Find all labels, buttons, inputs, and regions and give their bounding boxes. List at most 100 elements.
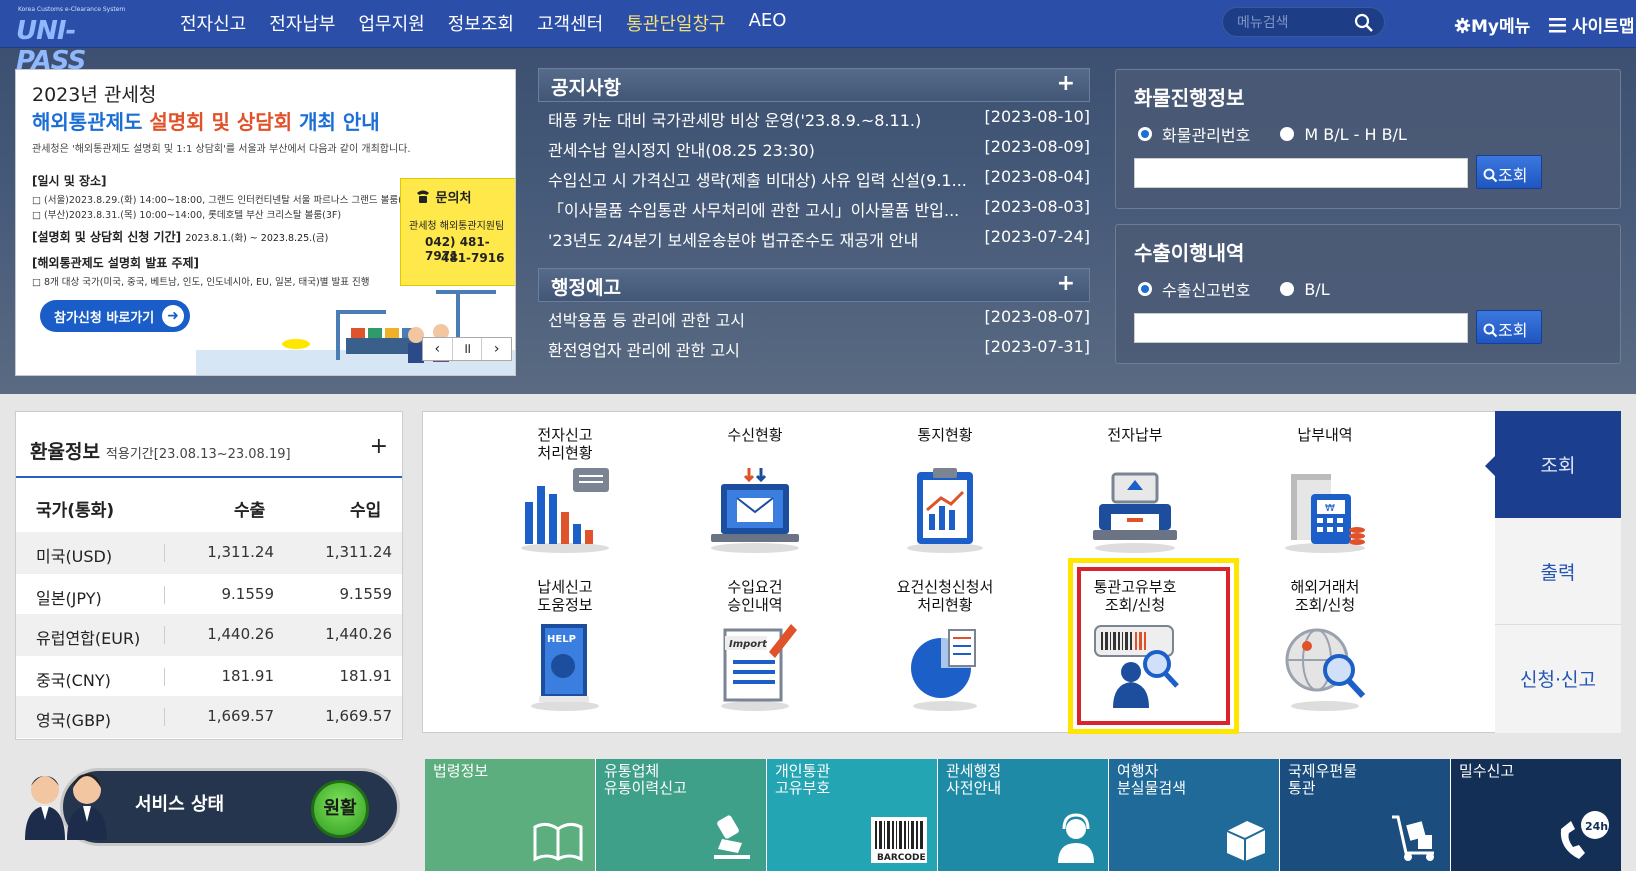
event-banner[interactable]: 2023년 관세청 해외통관제도 설명회 및 상담회 개최 안내 관세청은 '해… (15, 69, 516, 376)
export-option2-radio[interactable] (1280, 282, 1295, 296)
tile-label: 법령정보 (433, 762, 489, 780)
highlight-outline-red (1077, 567, 1230, 725)
notice-item[interactable]: 수입신고 시 가격신고 생략(제출 비대상) 사유 입력 신설(9.1... [2… (538, 162, 1090, 192)
banner-next-button[interactable]: › (482, 338, 511, 360)
cargo-option2-radio[interactable] (1280, 127, 1295, 141)
cargo-option2-label[interactable]: M B/L - H B/L (1304, 125, 1407, 144)
cargo-search-button[interactable]: 조회 (1476, 155, 1542, 189)
notice-title[interactable]: 수입신고 시 가격신고 생략(제출 비대상) 사유 입력 신설(9.1... (548, 167, 988, 191)
quick-import-approval[interactable]: 수입요건 승인내역 Import (655, 578, 855, 712)
notices-more-button[interactable]: + (1057, 71, 1075, 96)
menu-info-lookup[interactable]: 정보조회 (448, 10, 514, 36)
rate-country: 유럽연합(EUR) (36, 629, 141, 648)
notice-item[interactable]: 「이사물품 수입통관 사무처리에 관한 고시」이사물품 반입... [2023-0… (538, 192, 1090, 222)
notice-item[interactable]: 관세수납 일시정지 안내(08.25 23:30) [2023-08-09] (538, 132, 1090, 162)
laptop-mail-icon (711, 468, 799, 553)
menu-e-payment[interactable]: 전자납부 (269, 10, 335, 36)
notice-title[interactable]: 관세수납 일시정지 안내(08.25 23:30) (548, 137, 988, 161)
exchange-rate-title: 환율정보 (30, 441, 100, 463)
exchange-rate-more-button[interactable]: + (370, 434, 388, 459)
search-icon (1483, 323, 1498, 338)
quick-menu-grid: 전자신고 처리현황 수신현황 통지현황 전자납부 납부내역 ₩ 납세신고 도움정… (422, 411, 1496, 733)
hand-truck-icon (1392, 815, 1434, 861)
banner-title-part-a: 해외통관제도 (32, 110, 150, 134)
quick-item-label: 통지현황 (917, 426, 973, 444)
admin-notice-item[interactable]: 환전영업자 관리에 관한 고시 [2023-07-31] (538, 332, 1090, 362)
search-icon[interactable] (1354, 13, 1374, 37)
barcode-icon: BARCODE (871, 817, 927, 863)
table-row: 영국(GBP) 1,669.57 1,669.57 (16, 696, 402, 738)
export-option2-label[interactable]: B/L (1304, 280, 1329, 299)
menu-single-window[interactable]: 통관단일창구 (626, 10, 725, 36)
tile-lost-item-search[interactable]: 여행자 분실물검색 (1109, 759, 1280, 871)
banner-description: 관세청은 '해외통관제도 설명회 및 1:1 상담회'를 서울과 부산에서 다음… (32, 144, 411, 155)
tile-distribution-report[interactable]: 유통업체 유통이력신고 (596, 759, 767, 871)
notice-item[interactable]: '23년도 2/4분기 보세운송분야 법규준수도 재공개 안내 [2023-07-… (538, 222, 1090, 252)
tile-label: 국제우편물 통관 (1288, 762, 1358, 797)
admin-notice-title[interactable]: 선박용품 등 관리에 관한 고시 (548, 307, 988, 331)
cargo-number-input[interactable] (1134, 158, 1468, 188)
tab-apply-report[interactable]: 신청·신고 (1495, 625, 1621, 733)
menu-aeo[interactable]: AEO (749, 10, 787, 36)
menu-customer-center[interactable]: 고객센터 (537, 10, 603, 36)
unipass-logo[interactable]: Korea Customs e-Clearance System UNI-PAS… (16, 6, 142, 76)
logo-text: UNI-PASS (16, 16, 86, 76)
quick-receive-status[interactable]: 수신현황 (655, 426, 855, 554)
banner-contact-label: 문의처 (435, 191, 472, 206)
export-option1-radio[interactable] (1138, 282, 1152, 296)
export-number-input[interactable] (1134, 313, 1468, 343)
tile-intl-mail-customs[interactable]: 국제우편물 통관 (1280, 759, 1451, 871)
quick-tax-help[interactable]: 납세신고 도움정보 HELP (465, 578, 665, 712)
cargo-option1-radio[interactable] (1138, 127, 1152, 141)
my-menu-label: My메뉴 (1471, 17, 1531, 37)
phone-24h-icon: 24h (1560, 811, 1609, 859)
notice-title[interactable]: '23년도 2/4분기 보세운송분야 법규준수도 재공개 안내 (548, 227, 988, 251)
banner-prev-button[interactable]: ‹ (423, 338, 453, 360)
globe-search-icon (1285, 628, 1366, 711)
admin-notice-title[interactable]: 환전영업자 관리에 관한 고시 (548, 337, 988, 361)
tile-personal-customs-code[interactable]: 개인통관 고유부호 BARCODE (767, 759, 938, 871)
export-option1-label[interactable]: 수출신고번호 (1162, 277, 1250, 301)
menu-business-support[interactable]: 업무지원 (359, 10, 425, 36)
rate-export: 1,440.26 (207, 625, 274, 643)
export-options: 수출신고번호 B/L (1138, 277, 1330, 301)
export-search-button[interactable]: 조회 (1476, 310, 1542, 344)
cargo-title: 화물진행정보 (1134, 86, 1245, 110)
staff-illustration-icon (25, 774, 107, 840)
tile-customs-admin-guide[interactable]: 관세행정 사전안내 (938, 759, 1109, 871)
admin-notice-item[interactable]: 선박용품 등 관리에 관한 고시 [2023-08-07] (538, 302, 1090, 332)
tile-law-info[interactable]: 법령정보 (425, 759, 596, 871)
my-menu-button[interactable]: My메뉴 (1454, 12, 1530, 37)
banner-pause-button[interactable]: ॥ (453, 338, 483, 360)
quick-requirement-status[interactable]: 요건신청신청서 처리현황 (845, 578, 1045, 712)
col-header-import: 수입 (350, 501, 382, 521)
notice-title[interactable]: 「이사물품 수입통관 사무처리에 관한 고시」이사물품 반입... (548, 197, 988, 221)
quick-e-payment[interactable]: 전자납부 (1035, 426, 1235, 554)
tab-lookup[interactable]: 조회 (1485, 411, 1621, 518)
bar-chart-icon (521, 468, 609, 553)
notice-title[interactable]: 태풍 카눈 대비 국가관세망 비상 운영('23.8.9.~8.11.) (548, 107, 988, 131)
quick-e-declaration-status[interactable]: 전자신고 처리현황 (465, 426, 665, 554)
apply-shortcut-button[interactable]: 참가신청 바로가기 ➜ (40, 300, 190, 332)
tile-label: 개인통관 고유부호 (775, 762, 831, 797)
cargo-search-label: 조회 (1498, 166, 1528, 185)
cargo-options: 화물관리번호 M B/L - H B/L (1138, 122, 1407, 146)
quick-foreign-partner[interactable]: 해외거래처 조회/신청 (1225, 578, 1425, 712)
tile-smuggling-report[interactable]: 밀수신고 24h (1451, 759, 1621, 871)
tile-label: 관세행정 사전안내 (946, 762, 1002, 797)
sitemap-button[interactable]: 사이트맵 (1549, 12, 1634, 37)
menu-search-input[interactable] (1237, 13, 1347, 33)
gear-icon (1454, 17, 1471, 34)
banner-title-part-b: 설명회 및 상담회 (149, 110, 293, 134)
menu-e-declaration[interactable]: 전자신고 (180, 10, 246, 36)
quick-notification-status[interactable]: 통지현황 (845, 426, 1045, 554)
tab-print[interactable]: 출력 (1495, 518, 1621, 625)
cargo-option1-label[interactable]: 화물관리번호 (1162, 122, 1250, 146)
admin-notice-date: [2023-08-07] (984, 307, 1090, 326)
banner-contact-org: 관세청 해외통관지원팀 (409, 221, 505, 232)
quick-payment-history[interactable]: 납부내역 ₩ (1225, 426, 1425, 554)
notice-date: [2023-08-10] (984, 107, 1090, 126)
notice-item[interactable]: 태풍 카눈 대비 국가관세망 비상 운영('23.8.9.~8.11.) [202… (538, 102, 1090, 132)
admin-notices-more-button[interactable]: + (1057, 271, 1075, 296)
col-header-country: 국가(통화) (36, 501, 115, 521)
